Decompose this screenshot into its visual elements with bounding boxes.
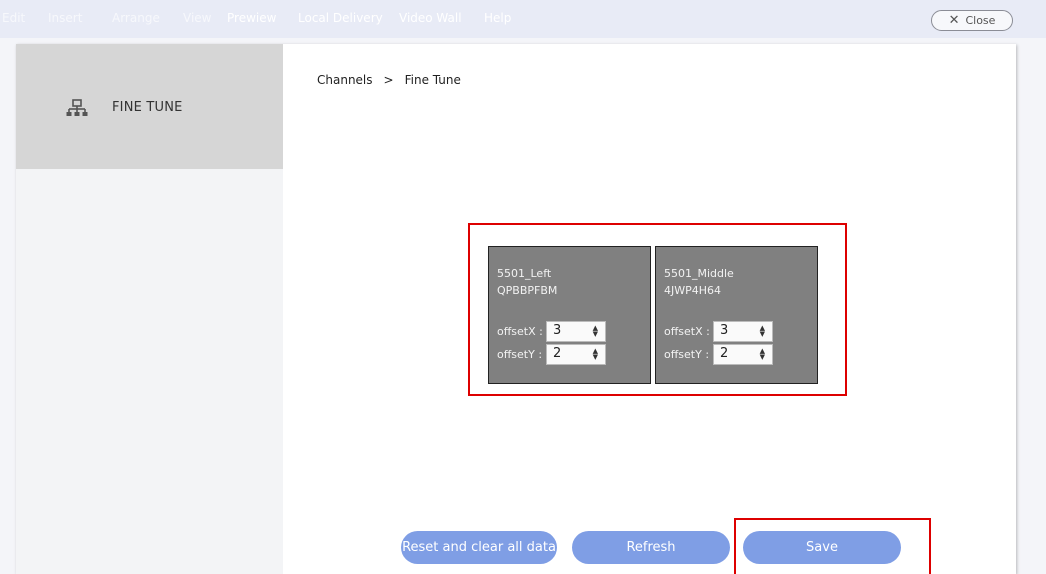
- offset-y-value: 2: [720, 346, 729, 361]
- menu-help[interactable]: Help: [484, 11, 511, 25]
- offset-x-stepper[interactable]: 3 ▲ ▼: [546, 321, 606, 342]
- breadcrumb: Channels > Fine Tune: [317, 73, 461, 87]
- sidebar: FINE TUNE: [16, 44, 283, 574]
- offset-x-value: 3: [553, 323, 562, 338]
- offset-y-stepper[interactable]: 2 ▲ ▼: [546, 344, 606, 365]
- close-icon: ✕: [948, 13, 960, 28]
- offset-x-value: 3: [720, 323, 729, 338]
- channel-tile-left: 5501_Left QPBBPFBM offsetX : 3 ▲ ▼ offset…: [488, 246, 651, 384]
- menu-arrange[interactable]: Arrange: [112, 11, 160, 25]
- menu-local-delivery[interactable]: Local Delivery: [298, 11, 383, 25]
- menu-video-wall[interactable]: Video Wall: [399, 11, 462, 25]
- menu-edit[interactable]: Edit: [2, 11, 25, 25]
- channel-id: 4JWP4H64: [664, 284, 722, 297]
- channel-id: QPBBPFBM: [497, 284, 558, 297]
- reset-button[interactable]: Reset and clear all data: [401, 531, 557, 564]
- main-panel: FINE TUNE Channels > Fine Tune 5501_Left Q…: [16, 44, 1016, 574]
- breadcrumb-channels[interactable]: Channels: [317, 73, 373, 87]
- sidebar-item-fine-tune[interactable]: FINE TUNE: [16, 44, 283, 169]
- save-highlight: [734, 518, 931, 574]
- refresh-button[interactable]: Refresh: [572, 531, 730, 564]
- offset-x-stepper[interactable]: 3 ▲ ▼: [713, 321, 773, 342]
- channel-name: 5501_Left: [497, 267, 552, 280]
- menu-insert[interactable]: Insert: [48, 11, 82, 25]
- breadcrumb-separator: >: [383, 73, 394, 87]
- close-button[interactable]: ✕ Close: [931, 10, 1013, 31]
- menu-view[interactable]: View: [183, 11, 211, 25]
- stepper-arrows-icon[interactable]: ▲ ▼: [593, 325, 598, 338]
- stepper-arrows-icon[interactable]: ▲ ▼: [593, 348, 598, 361]
- offset-x-label: offsetX :: [664, 325, 710, 338]
- offset-y-label: offsetY :: [497, 348, 543, 361]
- stepper-arrows-icon[interactable]: ▲ ▼: [760, 348, 765, 361]
- sidebar-item-label: FINE TUNE: [112, 100, 183, 115]
- stepper-arrows-icon[interactable]: ▲ ▼: [760, 325, 765, 338]
- offset-x-label: offsetX :: [497, 325, 543, 338]
- menu-bar: Edit Insert Arrange View Prewiew Local D…: [0, 0, 1046, 38]
- menu-preview[interactable]: Prewiew: [227, 11, 276, 25]
- close-label: Close: [965, 14, 996, 27]
- offset-y-label: offsetY :: [664, 348, 710, 361]
- offset-y-value: 2: [553, 346, 562, 361]
- channel-tile-middle: 5501_Middle 4JWP4H64 offsetX : 3 ▲ ▼ offs…: [655, 246, 818, 384]
- breadcrumb-fine-tune: Fine Tune: [404, 73, 461, 87]
- network-tree-icon: [66, 99, 88, 123]
- offset-y-stepper[interactable]: 2 ▲ ▼: [713, 344, 773, 365]
- channel-name: 5501_Middle: [664, 267, 734, 280]
